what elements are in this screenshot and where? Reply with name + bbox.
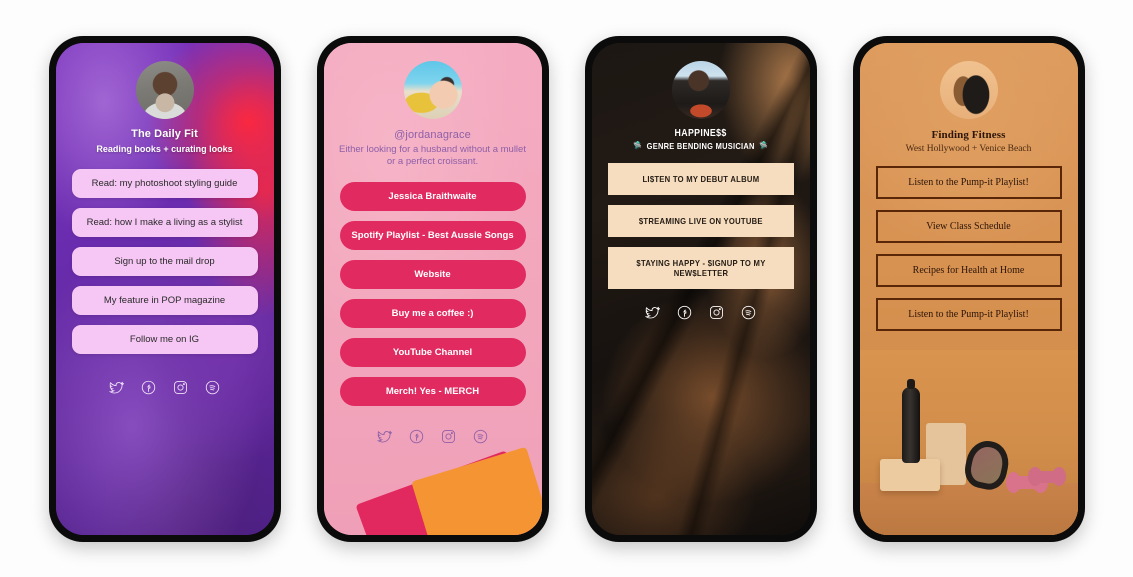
phone-mockup-jordanagrace: @jordanagrace Either looking for a husba… [316, 35, 549, 542]
link-button-list: Jessica Braithwaite Spotify Playlist - B… [324, 182, 542, 416]
spotify-icon[interactable] [473, 429, 488, 444]
phone-mockup-happiness: HAPPINE$$ 🛸 GENRE BENDING MUSICIAN 🛸 LI$… [584, 35, 817, 542]
fitness-still-life-photo [859, 349, 1078, 535]
twitter-icon[interactable] [645, 305, 660, 320]
page-subtitle: 🛸 GENRE BENDING MUSICIAN 🛸 [633, 141, 768, 152]
social-links [377, 429, 488, 444]
ufo-emoji-right: 🛸 [758, 140, 768, 150]
phone-screen-jordanagrace: @jordanagrace Either looking for a husba… [323, 42, 542, 535]
phone-mockup-the-daily-fit: The Daily Fit Reading books + curating l… [48, 35, 281, 542]
facebook-icon[interactable] [141, 380, 156, 395]
instagram-icon[interactable] [441, 429, 456, 444]
link-button[interactable]: Read: my photoshoot styling guide [71, 168, 258, 198]
link-button[interactable]: $TAYING HAPPY - $IGNUP TO MY NEW$LETTER [607, 246, 794, 289]
link-button-list: Read: my photoshoot styling guide Read: … [56, 168, 274, 364]
phone-screen-the-daily-fit: The Daily Fit Reading books + curating l… [55, 42, 274, 535]
spotify-icon[interactable] [205, 380, 220, 395]
link-button[interactable]: My feature in POP magazine [71, 285, 258, 315]
page-title: @jordanagrace [394, 128, 471, 141]
avatar[interactable] [403, 60, 462, 119]
link-button[interactable]: Jessica Braithwaite [339, 182, 526, 212]
link-button-label: LI$TEN TO MY DEBUT ALBUM [642, 173, 759, 184]
profile-photo-woman-flexing [939, 60, 998, 119]
phone-mockup-finding-fitness: Finding Fitness West Hollywood + Venice … [852, 35, 1085, 542]
link-button[interactable]: View Class Schedule [875, 210, 1062, 244]
page-subtitle: Reading books + curating looks [96, 143, 233, 154]
photo-foam-block-short [879, 458, 940, 491]
twitter-icon[interactable] [377, 429, 392, 444]
phone-screen-finding-fitness: Finding Fitness West Hollywood + Venice … [859, 42, 1078, 535]
avatar[interactable] [671, 60, 730, 119]
link-button-label: $TAYING HAPPY - $IGNUP TO MY NEW$LETTER [635, 257, 766, 278]
page-subtitle: Either looking for a husband without a m… [339, 143, 526, 168]
page-title: The Daily Fit [131, 127, 198, 140]
facebook-icon[interactable] [409, 429, 424, 444]
avatar[interactable] [135, 60, 194, 119]
social-links [109, 380, 220, 395]
page-subtitle-text: GENRE BENDING MUSICIAN [646, 140, 755, 151]
link-button[interactable]: Listen to the Pump-it Playlist! [875, 166, 1062, 200]
ufo-emoji-left: 🛸 [633, 140, 643, 150]
link-button[interactable]: $TREAMING LIVE ON YOUTUBE [607, 204, 794, 237]
page-title: Finding Fitness [931, 128, 1006, 141]
link-button[interactable]: Merch! Yes - MERCH [339, 377, 526, 407]
link-button[interactable]: Sign up to the mail drop [71, 246, 258, 276]
twitter-icon[interactable] [109, 380, 124, 395]
profile-photo-musician-crouching [671, 60, 730, 119]
spotify-icon[interactable] [741, 305, 756, 320]
avatar[interactable] [939, 60, 998, 119]
link-button[interactable]: Recipes for Health at Home [875, 254, 1062, 288]
instagram-icon[interactable] [173, 380, 188, 395]
link-button[interactable]: YouTube Channel [339, 338, 526, 368]
link-button[interactable]: Spotify Playlist - Best Aussie Songs [339, 221, 526, 251]
link-button[interactable]: Follow me on IG [71, 324, 258, 354]
phone-mockup-stage: The Daily Fit Reading books + curating l… [0, 0, 1133, 577]
page-title: HAPPINE$$ [674, 127, 727, 139]
facebook-icon[interactable] [677, 305, 692, 320]
photo-dumbbell-back [1027, 466, 1066, 486]
link-button[interactable]: Website [339, 260, 526, 290]
phone-screen-happiness: HAPPINE$$ 🛸 GENRE BENDING MUSICIAN 🛸 LI$… [591, 42, 810, 535]
profile-photo-woman-arms-raised [135, 60, 194, 119]
link-button-label: $TREAMING LIVE ON YOUTUBE [638, 215, 763, 226]
link-button[interactable]: LI$TEN TO MY DEBUT ALBUM [607, 162, 794, 195]
profile-photo-woman-beach-sunglasses [403, 60, 462, 119]
link-button[interactable]: Read: how I make a living as a stylist [71, 207, 258, 237]
page-subtitle: West Hollywood + Venice Beach [905, 143, 1032, 154]
link-button-list: Listen to the Pump-it Playlist! View Cla… [860, 166, 1078, 342]
instagram-icon[interactable] [709, 305, 724, 320]
link-button[interactable]: Buy me a coffee :) [339, 299, 526, 329]
link-button-list: LI$TEN TO MY DEBUT ALBUM $TREAMING LIVE … [592, 162, 810, 299]
photo-water-bottle [901, 378, 920, 463]
social-links [645, 305, 756, 320]
link-button[interactable]: Listen to the Pump-it Playlist! [875, 298, 1062, 332]
